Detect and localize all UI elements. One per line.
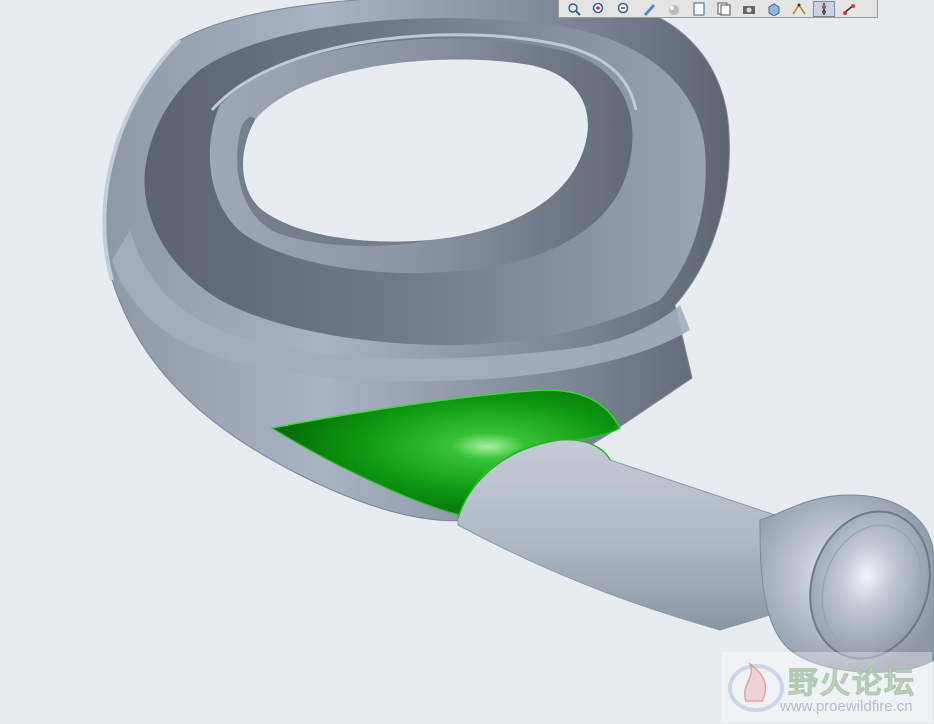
repaint-icon (644, 3, 655, 16)
appearance-button[interactable] (738, 1, 760, 17)
spin-center-button[interactable] (663, 1, 685, 17)
refit-button[interactable] (563, 1, 585, 17)
watermark-url: www.proewildfire.cn (780, 698, 913, 715)
zoom-out-button[interactable] (613, 1, 635, 17)
layers-icon (717, 2, 731, 15)
spin-center-icon (669, 4, 679, 15)
flame-logo-icon (728, 661, 784, 712)
appearance-icon (743, 5, 755, 14)
datum-planes-icon (792, 3, 806, 14)
graphics-viewport[interactable] (0, 0, 934, 724)
zoom-in-icon (592, 2, 604, 13)
datum-axes-icon (822, 2, 826, 15)
repaint-button[interactable] (638, 1, 660, 17)
datum-points-icon (843, 3, 855, 15)
discharge-pipe[interactable] (457, 439, 807, 631)
saved-views-button[interactable] (688, 1, 710, 17)
zoom-in-button[interactable] (588, 1, 610, 17)
refit-icon (568, 2, 581, 16)
orient-button[interactable] (763, 1, 785, 17)
layers-button[interactable] (713, 1, 735, 17)
datum-axes-button[interactable] (813, 0, 835, 17)
datum-points-button[interactable] (838, 1, 860, 17)
saved-views-icon (693, 2, 705, 15)
forum-watermark: 野火论坛 www.proewildfire.cn (722, 652, 932, 722)
watermark-title: 野火论坛 (788, 666, 916, 702)
view-toolbar (558, 0, 878, 18)
datum-planes-button[interactable] (788, 1, 810, 17)
orient-icon (768, 2, 780, 16)
model-canvas[interactable] (0, 0, 934, 724)
zoom-out-icon (617, 2, 629, 13)
